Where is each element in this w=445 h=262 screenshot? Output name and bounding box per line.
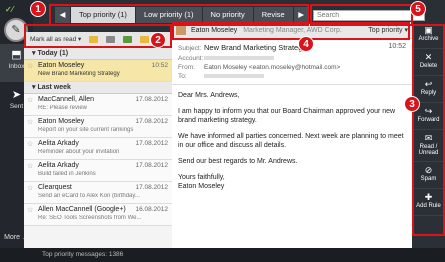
group-label: Last week [37, 84, 71, 91]
app-logo: ✓⁄ [5, 5, 14, 14]
flag-icon[interactable]: ☆ [27, 184, 33, 192]
to-label: To: [178, 73, 187, 80]
list-item[interactable]: ☆ Aelita Arkady Build failed in Jenkins 17.… [24, 160, 172, 182]
message-from: Eaton Moseley [38, 62, 85, 69]
message-subject: Re: SEO Tools Screenshots from We... [38, 215, 142, 221]
group-header-today[interactable]: ▾ Today (1) [24, 48, 172, 60]
flag-icon[interactable]: ☆ [27, 206, 33, 214]
inbox-icon: ⬒ [11, 49, 22, 61]
highlight-box-sender [172, 22, 410, 40]
to-value-redacted [204, 74, 264, 79]
callout-2: 2 [150, 32, 166, 48]
message-date: 17.08.2012 [135, 184, 168, 191]
message-time: 10:52 [388, 43, 406, 50]
message-subject: RE: Please review [38, 105, 88, 111]
message-subject: Report on your site current rankings [38, 127, 134, 133]
group-label: Today (1) [37, 50, 69, 57]
callout-4: 4 [298, 36, 314, 52]
list-item[interactable]: ☆ Eaton Moseley Report on your site curren… [24, 116, 172, 138]
flag-icon[interactable]: ☆ [27, 96, 33, 104]
list-item[interactable]: ☆ MacCannell, Allen RE: Please review 17.08… [24, 94, 172, 116]
highlight-box-actions [412, 24, 445, 236]
message-fields: Subject: New Brand Marketing Strategy 10:… [172, 39, 412, 85]
message-subject: Build failed in Jenkins [38, 171, 96, 177]
body-closing: Yours faithfully, [178, 174, 225, 181]
account-label: Account: [178, 55, 204, 62]
flag-icon[interactable]: ☆ [27, 62, 33, 70]
message-subject: Send an eCard to Alex Kon (birthday... [38, 193, 140, 199]
body-greeting: Dear Mrs. Andrews, [178, 92, 240, 99]
message-date: 17.08.2012 [135, 118, 168, 125]
reading-pane: Eaton Moseley Marketing Manager, AWD Cor… [172, 22, 412, 248]
body-paragraph: We have informed all parties concerned. … [178, 133, 404, 149]
message-date: 17.08.2012 [135, 96, 168, 103]
nav-inbox-label: Inbox [8, 63, 25, 70]
flag-icon[interactable]: ☆ [27, 118, 33, 126]
message-list: ▾ Today (1) ☆ Eaton Moseley New Brand Ma… [24, 48, 172, 248]
more-label: More [4, 234, 21, 241]
list-item[interactable]: ☆ Aelita Arkady Reminder about your invita… [24, 138, 172, 160]
status-bar: Top priority messages: 1386 [0, 248, 445, 262]
callout-1: 1 [30, 1, 46, 17]
app-window: ✓⁄ ✎ ⬒ Inbox ➤ Sent More ▲ ◀ Top priorit… [0, 0, 445, 262]
nav-sent-label: Sent [9, 103, 24, 110]
list-item[interactable]: ☆ Eaton Moseley New Brand Marketing Stra… [24, 60, 172, 82]
sent-icon: ➤ [11, 89, 22, 101]
from-value[interactable]: Eaton Moseley <eaton.moseley@hotmail.com… [204, 64, 340, 71]
message-subject: Reminder about your invitation [38, 149, 120, 155]
flag-icon[interactable]: ☆ [27, 140, 33, 148]
group-header-last-week[interactable]: ▾ Last week [24, 82, 172, 94]
status-text: Top priority messages: 1386 [42, 251, 124, 258]
list-item[interactable]: ☆ Clearquest Send an eCard to Alex Kon (bi… [24, 182, 172, 204]
body-signature: Eaton Moseley [178, 183, 225, 190]
body-paragraph: I am happy to inform you that our Board … [178, 108, 396, 124]
message-subject: New Brand Marketing Strategy [38, 71, 120, 77]
from-label: From: [178, 64, 195, 71]
message-date: 10:52 [151, 62, 168, 69]
message-subject-title: New Brand Marketing Strategy [204, 43, 307, 52]
compose-icon: ✎ [11, 24, 21, 36]
message-body: Dear Mrs. Andrews, I am happy to inform … [172, 85, 412, 204]
message-date: 17.08.2012 [135, 140, 168, 147]
account-value-redacted [204, 56, 274, 61]
message-date: 17.08.2012 [135, 162, 168, 169]
message-date: 16.08.2012 [135, 206, 168, 213]
callout-3: 3 [404, 96, 420, 112]
callout-5: 5 [410, 1, 426, 17]
flag-icon[interactable]: ☆ [27, 162, 33, 170]
body-paragraph: Send our best regards to Mr. Andrews. [178, 158, 298, 165]
list-item[interactable]: ☆ Allen MacCannell (Google+) Re: SEO Tools… [24, 204, 172, 226]
